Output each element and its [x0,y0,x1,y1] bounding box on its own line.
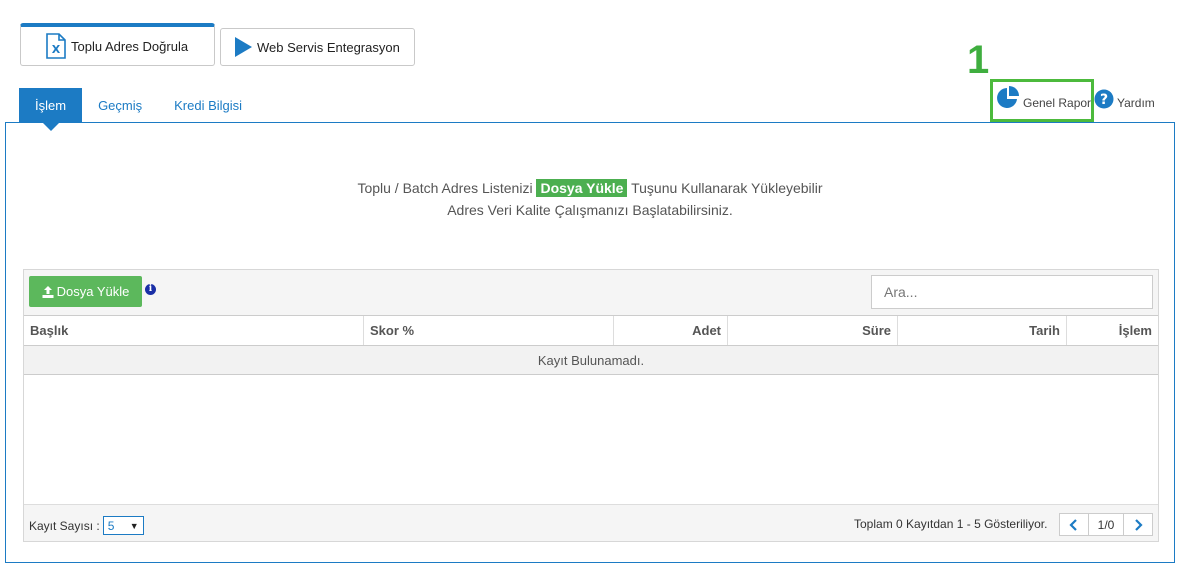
previous-page-button[interactable] [1059,513,1089,536]
column-header-adet[interactable]: Adet [614,316,728,345]
yardim-label: Yardım [1117,96,1155,110]
yardim-link[interactable]: ? Yardım [1094,89,1155,112]
table-body [24,375,1158,505]
dosya-yukle-highlight: Dosya Yükle [536,179,628,197]
caret-down-icon: ▼ [129,520,139,531]
islem-tab-panel: Toplu / Batch Adres Listenizi Dosya Yükl… [5,122,1175,563]
chevron-left-icon [1069,518,1077,531]
svg-text:X: X [52,43,61,56]
page-indicator: 1/0 [1089,513,1123,536]
web-servis-entegrasyon-button[interactable]: Web Servis Entegrasyon [220,28,415,66]
tab-islem[interactable]: İşlem [19,88,83,131]
tab-kredi-bilgisi[interactable]: Kredi Bilgisi [158,88,258,123]
dosya-yukle-label: Dosya Yükle [56,284,130,299]
table-header: Başlık Skor % Adet Süre Tarih İşlem [24,315,1158,346]
info-icon[interactable]: i [145,284,156,295]
empty-table-message: Kayıt Bulunamadı. [24,346,1158,375]
page-size-control: Kayıt Sayısı : 5 ▼ [29,516,144,535]
play-icon [233,36,253,58]
column-header-sure[interactable]: Süre [728,316,898,345]
dosya-yukle-button[interactable]: Dosya Yükle [29,276,142,307]
pie-chart-icon [996,86,1020,113]
genel-rapor-link[interactable]: Genel Rapor [996,86,1091,113]
instruction-text: Toplu / Batch Adres Listenizi Dosya Yükl… [6,177,1174,221]
kayit-sayisi-label: Kayıt Sayısı : [29,518,100,533]
table-footer: Kayıt Sayısı : 5 ▼ Toplam 0 Kayıtdan 1 -… [24,507,1158,542]
upload-icon [42,285,54,298]
file-list-panel: Dosya Yükle i Başlık Skor % Adet Süre Ta… [23,269,1159,542]
search-input[interactable] [871,275,1153,309]
column-header-baslik[interactable]: Başlık [24,316,364,345]
excel-file-icon: X [45,33,67,59]
tab-gecmis[interactable]: Geçmiş [82,88,158,123]
instruction-line-1: Toplu / Batch Adres Listenizi Dosya Yükl… [6,177,1174,199]
page-size-value: 5 [107,518,115,533]
chevron-right-icon [1135,518,1143,531]
instruction-line-1-before: Toplu / Batch Adres Listenizi [357,180,537,196]
page-size-select[interactable]: 5 ▼ [102,516,144,535]
genel-rapor-label: Genel Rapor [1023,95,1092,110]
instruction-line-1-after: Tuşunu Kullanarak Yükleyebilir [627,180,823,196]
web-servis-entegrasyon-label: Web Servis Entegrasyon [257,39,400,55]
annotation-number: 1 [967,38,990,82]
svg-text:?: ? [1100,92,1108,108]
tab-bar: İşlem Geçmiş Kredi Bilgisi [19,88,258,131]
pagination: 1/0 [1059,513,1153,536]
toplu-adres-dogrula-label: Toplu Adres Doğrula [71,38,189,54]
instruction-line-2: Adres Veri Kalite Çalışmanızı Başlatabil… [447,202,733,218]
pagination-summary: Toplam 0 Kayıtdan 1 - 5 Gösteriliyor. [854,517,1048,531]
column-header-tarih[interactable]: Tarih [898,316,1067,345]
column-header-islem[interactable]: İşlem [1067,316,1158,345]
column-header-skor[interactable]: Skor % [364,316,614,345]
help-icon: ? [1094,89,1114,112]
toplu-adres-dogrula-button[interactable]: X Toplu Adres Doğrula [20,23,215,66]
next-page-button[interactable] [1123,513,1153,536]
file-table: Başlık Skor % Adet Süre Tarih İşlem Kayı… [24,315,1158,505]
